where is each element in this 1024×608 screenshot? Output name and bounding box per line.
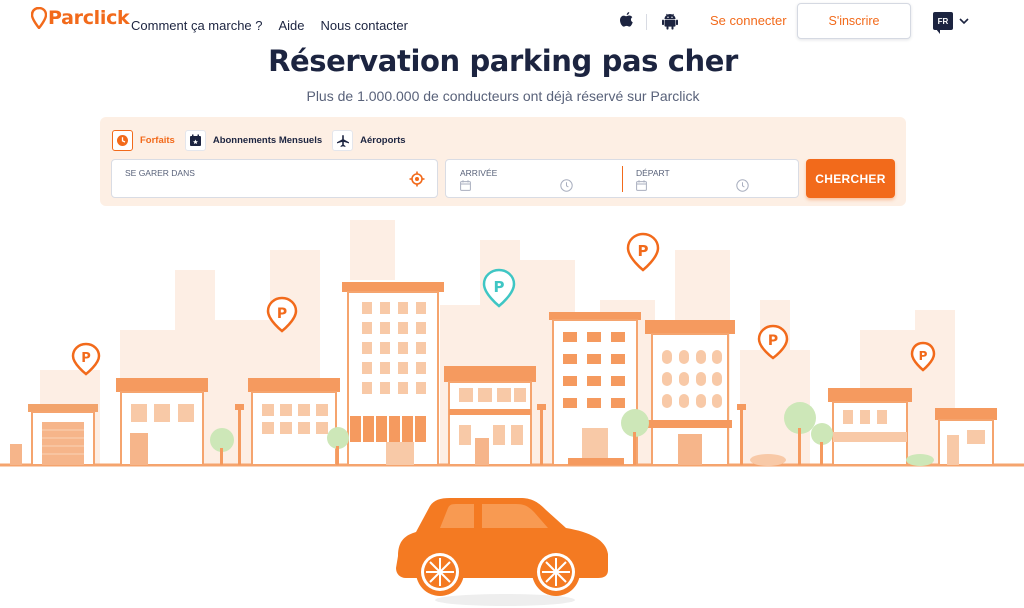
location-label: SE GARER DANS (125, 168, 195, 178)
page-subtitle: Plus de 1.000.000 de conducteurs ont déj… (306, 88, 700, 104)
search-button[interactable]: CHERCHER (806, 159, 895, 198)
house-mid-left (248, 378, 340, 466)
header: Parclick Comment ça marche ? Aide Nous c… (0, 0, 1024, 46)
svg-text:P: P (638, 242, 649, 260)
geolocation-target-icon[interactable] (409, 171, 425, 187)
search-panel: Forfaits Abonnements Mensuels Aéroports … (100, 117, 906, 206)
clock-icon (112, 130, 133, 151)
page-title: Réservation parking pas cher (268, 44, 738, 78)
parking-type-tabs: Forfaits Abonnements Mensuels Aéroports (112, 130, 416, 151)
login-link[interactable]: Se connecter (710, 13, 787, 28)
departure-calendar-icon[interactable] (636, 180, 647, 191)
tab-airports[interactable]: Aéroports (332, 130, 406, 151)
arrival-label: ARRIVÉE (460, 168, 498, 178)
house-far-right (935, 408, 997, 466)
city-parking-illustration: P P P P P P (0, 220, 1024, 606)
calendar-icon (184, 130, 206, 151)
townhouse-center (444, 366, 536, 466)
house-right (828, 388, 912, 466)
language-badge: FR (933, 12, 953, 34)
svg-text:P: P (277, 306, 287, 322)
tower-building (342, 282, 444, 466)
parking-pin-icon: P (626, 232, 660, 272)
svg-text:P: P (81, 351, 91, 366)
store-divider (646, 14, 647, 30)
logo-wordmark: Parclick (48, 7, 130, 29)
garage-building (10, 404, 98, 466)
location-field[interactable]: SE GARER DANS (111, 159, 438, 198)
date-divider (622, 166, 623, 192)
language-selector[interactable]: FR (933, 12, 969, 34)
nav-how-it-works[interactable]: Comment ça marche ? (131, 18, 263, 33)
tab-forfaits[interactable]: Forfaits (112, 130, 175, 151)
house-left (116, 378, 208, 466)
signup-button[interactable]: S'inscrire (797, 3, 911, 39)
tab-forfaits-label: Forfaits (140, 135, 175, 146)
svg-text:P: P (768, 333, 778, 349)
apartment-building (549, 312, 641, 466)
date-range-field[interactable]: ARRIVÉE DÉPART (445, 159, 799, 198)
location-pin-logo-icon (31, 7, 47, 29)
car-icon (396, 498, 608, 606)
arrival-calendar-icon[interactable] (460, 180, 471, 191)
tab-airports-label: Aéroports (360, 135, 406, 146)
svg-text:P: P (919, 349, 928, 363)
parclick-logo[interactable]: Parclick (31, 7, 130, 29)
nav-help[interactable]: Aide (279, 18, 305, 33)
classic-building (645, 320, 735, 466)
tab-monthly[interactable]: Abonnements Mensuels (184, 130, 323, 151)
nav-contact[interactable]: Nous contacter (321, 18, 408, 33)
departure-clock-icon[interactable] (736, 179, 749, 192)
svg-text:P: P (494, 278, 505, 296)
apple-icon[interactable] (617, 11, 635, 31)
arrival-clock-icon[interactable] (560, 179, 573, 192)
chevron-down-icon (959, 18, 969, 25)
tab-monthly-label: Abonnements Mensuels (212, 135, 323, 146)
main-nav: Comment ça marche ? Aide Nous contacter (131, 18, 408, 33)
airplane-icon (332, 130, 354, 151)
android-icon[interactable] (661, 11, 679, 31)
departure-label: DÉPART (636, 168, 670, 178)
parking-pin-icon: P (71, 342, 101, 376)
